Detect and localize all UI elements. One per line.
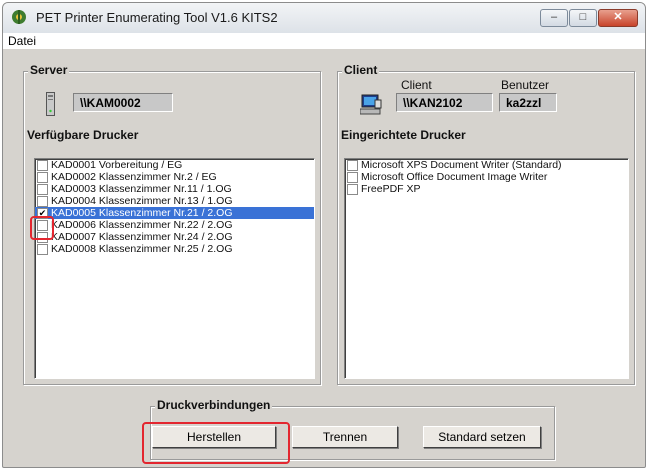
checkbox[interactable] bbox=[37, 196, 48, 207]
checkbox-highlight-marker bbox=[30, 216, 54, 240]
client-group-title: Client bbox=[342, 63, 380, 77]
connections-group-title: Druckverbindungen bbox=[155, 398, 273, 412]
list-item-selected[interactable]: ✔ KAD0005 Klassenzimmer Nr.21 / 2.OG bbox=[35, 207, 314, 219]
list-item[interactable]: KAD0007 Klassenzimmer Nr.24 / 2.OG bbox=[35, 231, 314, 243]
disconnect-button[interactable]: Trennen bbox=[292, 426, 398, 448]
set-default-button[interactable]: Standard setzen bbox=[423, 426, 541, 448]
app-window: PET Printer Enumerating Tool V1.6 KITS2 … bbox=[2, 2, 646, 468]
close-icon: ✕ bbox=[613, 11, 623, 23]
available-printers-label: Verfügbare Drucker bbox=[27, 128, 139, 142]
checkbox[interactable] bbox=[37, 160, 48, 171]
installed-printers-label: Eingerichtete Drucker bbox=[341, 128, 466, 142]
list-item[interactable]: KAD0006 Klassenzimmer Nr.22 / 2.OG bbox=[35, 219, 314, 231]
user-label: Benutzer bbox=[501, 78, 550, 92]
client-name-field: \\KAN2102 bbox=[396, 93, 493, 112]
window-title: PET Printer Enumerating Tool V1.6 KITS2 bbox=[36, 10, 278, 25]
checkbox[interactable] bbox=[347, 184, 358, 195]
menu-bar: Datei bbox=[3, 33, 645, 49]
list-item[interactable]: KAD0004 Klassenzimmer Nr.13 / 1.OG bbox=[35, 195, 314, 207]
client-label: Client bbox=[401, 78, 432, 92]
checkbox[interactable] bbox=[347, 160, 358, 171]
minimize-button[interactable]: ‒ bbox=[540, 9, 568, 27]
checkbox[interactable] bbox=[37, 244, 48, 255]
app-icon bbox=[12, 10, 26, 24]
checkbox[interactable] bbox=[347, 172, 358, 183]
close-button[interactable]: ✕ bbox=[598, 9, 638, 27]
list-item[interactable]: KAD0003 Klassenzimmer Nr.11 / 1.OG bbox=[35, 183, 314, 195]
server-icon bbox=[46, 92, 55, 116]
installed-printers-list[interactable]: Microsoft XPS Document Writer (Standard)… bbox=[344, 158, 629, 379]
server-group-title: Server bbox=[28, 63, 70, 77]
title-bar[interactable]: PET Printer Enumerating Tool V1.6 KITS2 … bbox=[3, 3, 645, 33]
server-name-field: \\KAM0002 bbox=[73, 93, 173, 112]
list-item[interactable]: KAD0002 Klassenzimmer Nr.2 / EG bbox=[35, 171, 314, 183]
menu-item-datei[interactable]: Datei bbox=[8, 33, 36, 49]
minimize-icon: ‒ bbox=[550, 11, 558, 23]
checkbox[interactable] bbox=[37, 172, 48, 183]
list-item[interactable]: Microsoft Office Document Image Writer bbox=[345, 171, 628, 183]
list-item[interactable]: KAD0008 Klassenzimmer Nr.25 / 2.OG bbox=[35, 243, 314, 255]
maximize-icon: □ bbox=[579, 11, 587, 23]
checkbox[interactable] bbox=[37, 184, 48, 195]
list-item[interactable]: FreePDF XP bbox=[345, 183, 628, 195]
user-name-field: ka2zzl bbox=[499, 93, 557, 112]
list-item[interactable]: Microsoft XPS Document Writer (Standard) bbox=[345, 159, 628, 171]
maximize-button[interactable]: □ bbox=[569, 9, 597, 27]
available-printers-list[interactable]: KAD0001 Vorbereitung / EG KAD0002 Klasse… bbox=[34, 158, 315, 379]
button-highlight-marker bbox=[142, 422, 290, 464]
list-item[interactable]: KAD0001 Vorbereitung / EG bbox=[35, 159, 314, 171]
computer-icon bbox=[360, 94, 382, 115]
